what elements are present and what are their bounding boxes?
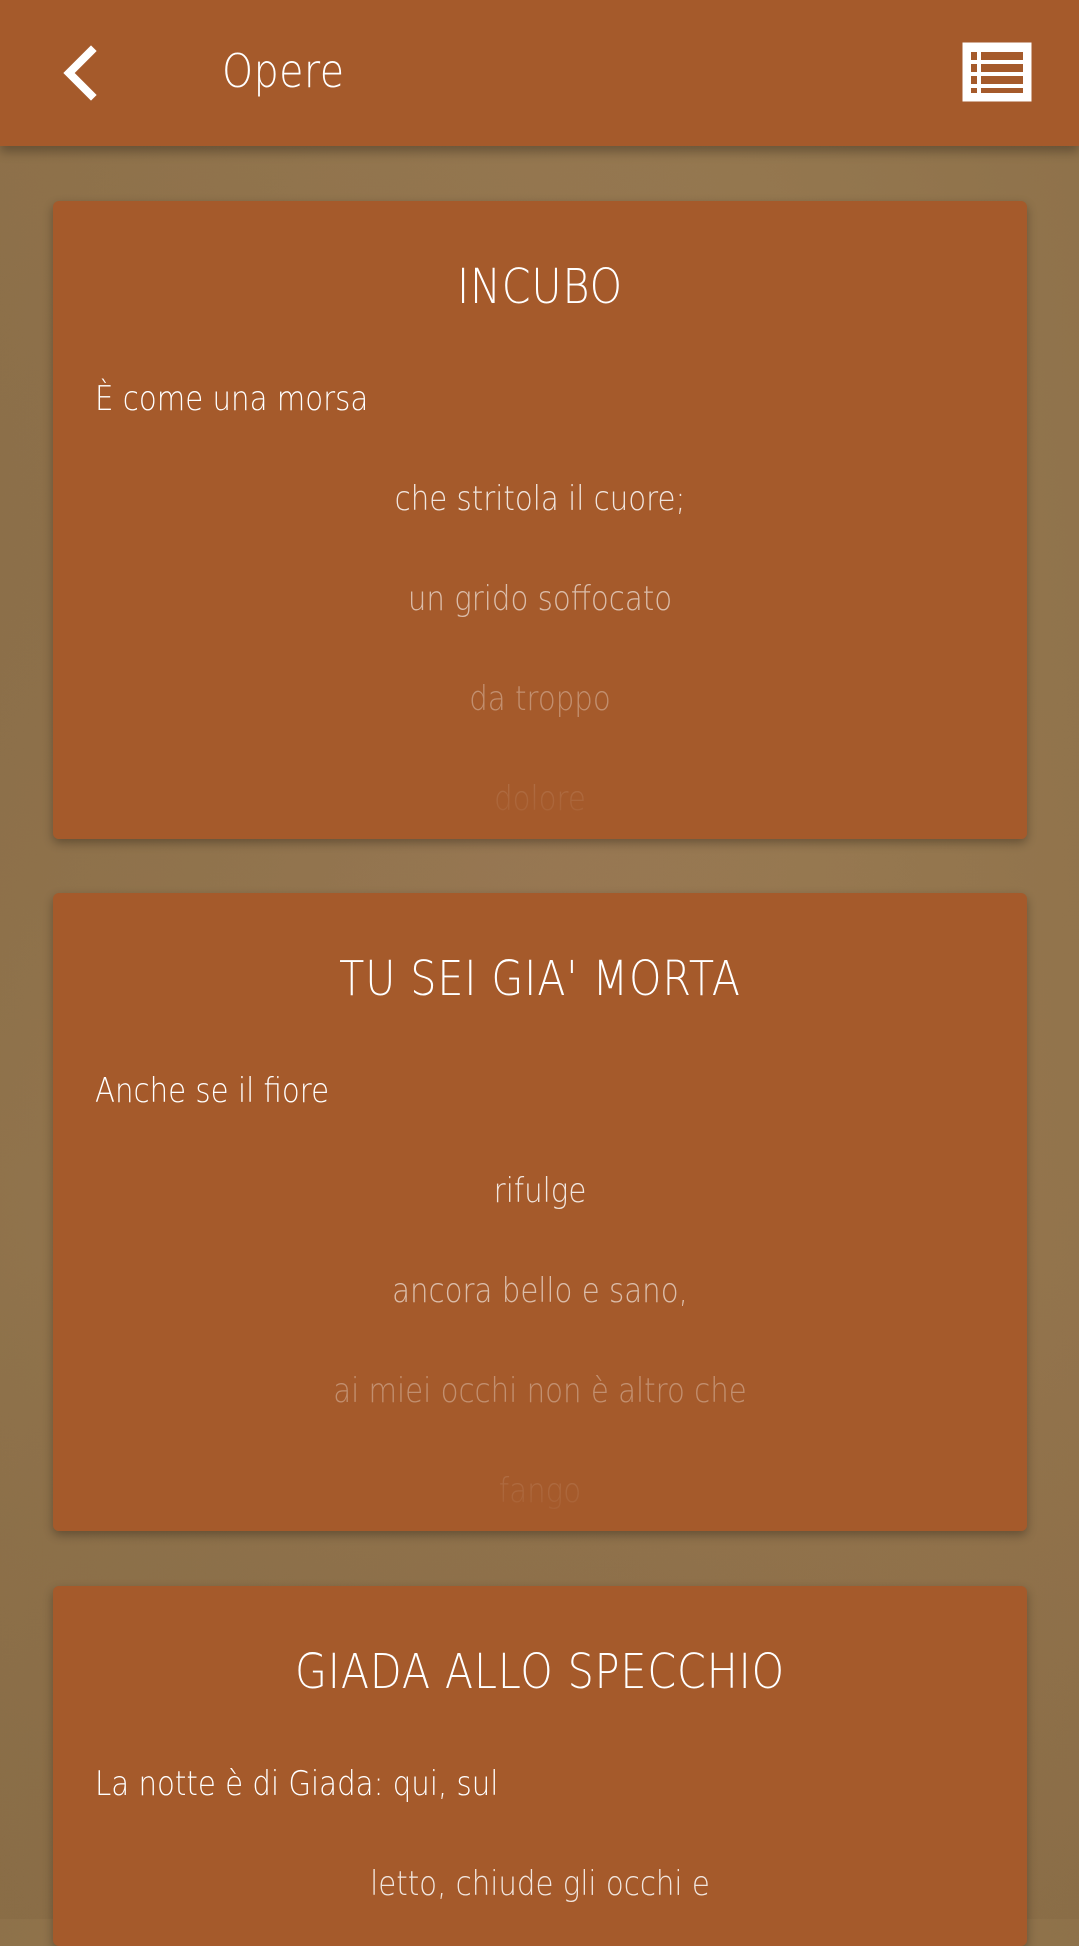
poem-line: un grido soffocato xyxy=(407,579,673,619)
poem-title: GIADA ALLO SPECCHIO xyxy=(294,1644,786,1700)
poem-title: INCUBO xyxy=(456,259,624,315)
back-button[interactable] xyxy=(48,38,110,108)
poem-line: È come una morsa xyxy=(95,379,369,419)
poem-line: ai miei occhi non è altro che xyxy=(333,1371,747,1411)
list-view-icon xyxy=(962,42,1032,102)
poem-line: Anche se il fiore xyxy=(95,1071,330,1111)
poem-line: che stritola il cuore; xyxy=(394,479,686,519)
poem-card-incubo[interactable]: INCUBO È come una morsa che stritola il … xyxy=(53,201,1027,839)
poem-line: La notte è di Giada: qui, sul xyxy=(95,1764,499,1804)
text-fade xyxy=(53,779,1027,839)
poem-title: TU SEI GIA' MORTA xyxy=(339,951,741,1007)
poem-card-giada-allo-specchio[interactable]: GIADA ALLO SPECCHIO La notte è di Giada:… xyxy=(53,1586,1027,1946)
list-view-button[interactable] xyxy=(962,42,1032,102)
page-title: Opere xyxy=(222,44,345,98)
chevron-left-icon xyxy=(63,45,97,101)
poem-card-tu-sei-gia-morta[interactable]: TU SEI GIA' MORTA Anche se il fiore rifu… xyxy=(53,893,1027,1531)
poem-line: ancora bello e sano, xyxy=(392,1271,688,1311)
poem-line: rifulge xyxy=(493,1171,587,1211)
app-bar: Opere xyxy=(0,0,1079,146)
poem-line: letto, chiude gli occhi e xyxy=(370,1864,710,1904)
poem-line: da troppo xyxy=(469,679,611,719)
text-fade xyxy=(53,1471,1027,1531)
